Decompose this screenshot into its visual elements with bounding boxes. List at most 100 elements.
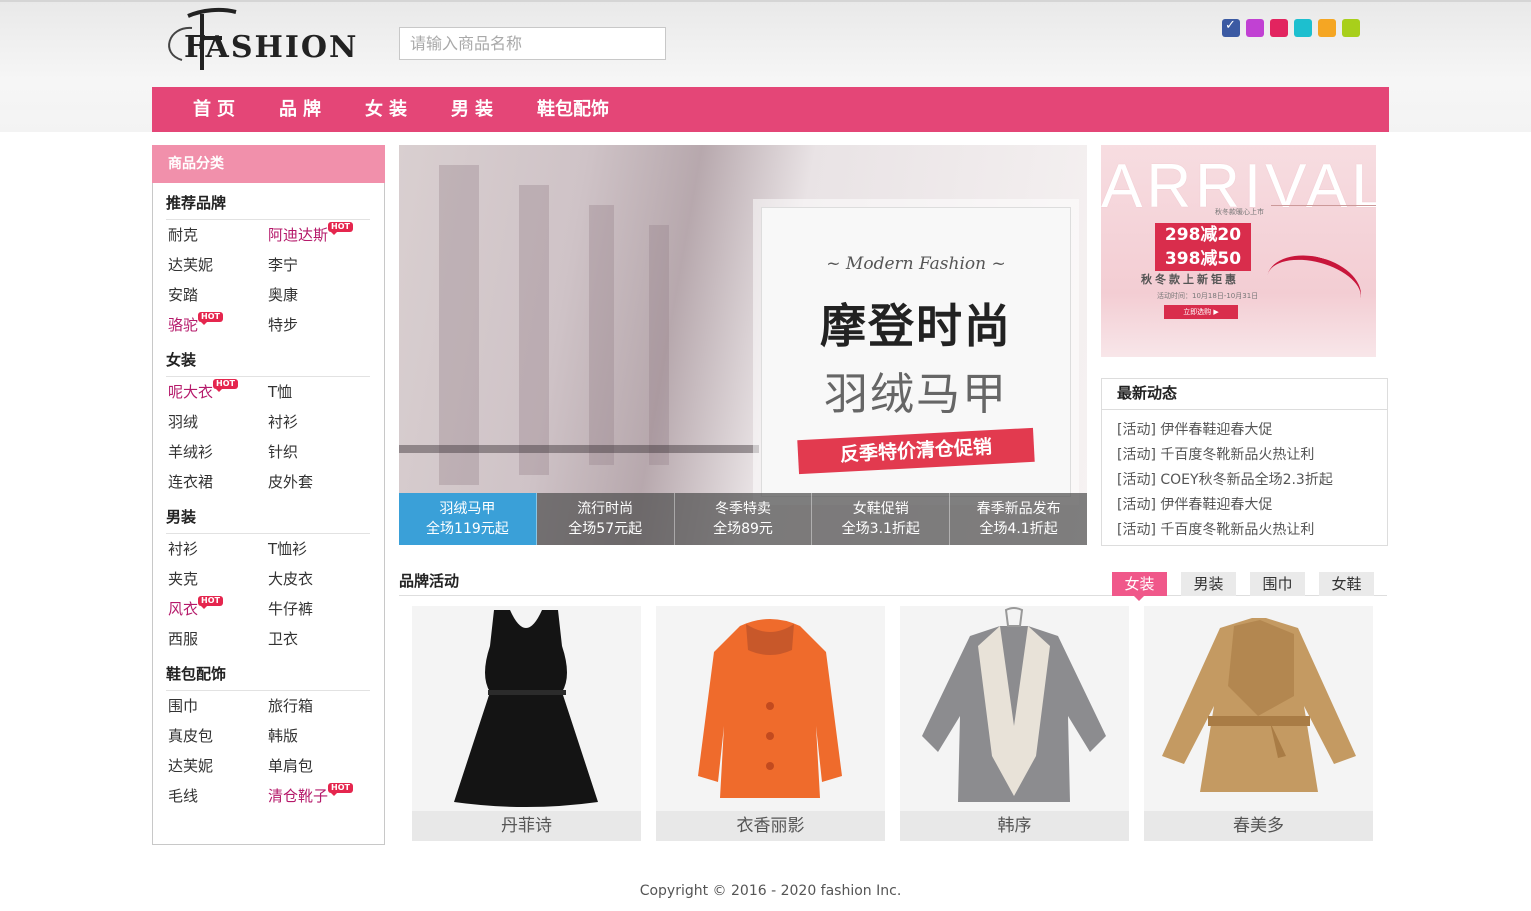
news-item[interactable]: [活动] 千百度冬靴新品火热让利 (1117, 443, 1387, 468)
category-link[interactable]: T恤衫 (268, 534, 368, 564)
brand-tab[interactable]: 女鞋 (1319, 572, 1374, 596)
category-link[interactable]: 骆驼 HOT (168, 310, 268, 340)
category-link[interactable]: 羽绒 (168, 407, 268, 437)
news-item[interactable]: [活动] 伊伴春鞋迎春大促 (1117, 418, 1387, 443)
nav-item[interactable]: 品牌 (260, 87, 346, 132)
category-link-label: 风衣 (168, 600, 199, 618)
category-link[interactable]: 衬衫 (168, 534, 268, 564)
category-link[interactable]: 针织 (268, 437, 368, 467)
category-link-label: 达芙妮 (168, 256, 214, 274)
category-link-label: T恤 (268, 383, 293, 401)
nav-item[interactable]: 女装 (346, 87, 432, 132)
category-link[interactable]: 卫衣 (268, 624, 368, 654)
category-link[interactable]: 特步 (268, 310, 368, 340)
ad-buy-button[interactable]: 立即选购 ▶ (1164, 305, 1238, 319)
category-link-label: 羊绒衫 (168, 443, 214, 461)
banner-tab[interactable]: 春季新品发布 全场4.1折起 (950, 493, 1087, 545)
product-card[interactable]: 衣香丽影 (656, 606, 885, 841)
category-link-label: 安踏 (168, 286, 199, 304)
category-link-label: 羽绒 (168, 413, 199, 431)
theme-color-swatch[interactable] (1342, 19, 1360, 37)
category-link[interactable]: 单肩包 (268, 751, 368, 781)
category-link-label: 阿迪达斯 (268, 226, 329, 244)
category-link[interactable]: 连衣裙 (168, 467, 268, 497)
category-link-label: 连衣裙 (168, 473, 214, 491)
banner-tab-title: 春季新品发布 (976, 501, 1061, 517)
theme-color-swatch[interactable] (1318, 19, 1336, 37)
category-link-label: T恤衫 (268, 540, 308, 558)
product-card[interactable]: 春美多 (1144, 606, 1373, 841)
category-link-label: 清仓靴子 (268, 787, 329, 805)
category-link-label: 李宁 (268, 256, 299, 274)
news-title: 最新动态 (1102, 379, 1387, 410)
category-group: 男装 衬衫 T恤衫 夹克 大皮衣 风衣 HOT 牛仔裤 西服 卫衣 (153, 497, 384, 654)
hot-badge: HOT (198, 312, 223, 325)
brand-tab[interactable]: 女装 (1112, 572, 1167, 601)
category-link[interactable]: 韩版 (268, 721, 368, 751)
theme-color-swatch[interactable] (1270, 19, 1288, 37)
category-link[interactable]: 衬衫 (268, 407, 368, 437)
category-link[interactable]: 耐克 (168, 220, 268, 250)
theme-swatches: ✓ (1222, 18, 1360, 37)
arrival-ad[interactable]: ARRIVAL 秋冬款暖心上市 298减20 398减50 秋冬款上新钜惠 活动… (1101, 145, 1376, 357)
category-link[interactable]: 达芙妮 (168, 250, 268, 280)
category-link[interactable]: 西服 (168, 624, 268, 654)
hero-banner[interactable]: ~ Modern Fashion ~ 摩登时尚 羽绒马甲 反季特价清仓促销 羽绒… (399, 145, 1087, 545)
category-items: 耐克 阿迪达斯 HOT 达芙妮 李宁 安踏 奥康 骆驼 HOT 特步 (166, 220, 370, 340)
banner-tab-title: 羽绒马甲 (439, 501, 496, 517)
nav-item[interactable]: 首页 (174, 87, 260, 132)
category-link[interactable]: 达芙妮 (168, 751, 268, 781)
theme-color-swatch[interactable] (1294, 19, 1312, 37)
category-link-label: 韩版 (268, 727, 299, 745)
category-link[interactable]: 真皮包 (168, 721, 268, 751)
category-link-label: 单肩包 (268, 757, 314, 775)
news-item[interactable]: [活动] 千百度冬靴新品火热让利 (1117, 518, 1387, 543)
category-link[interactable]: 毛线 (168, 781, 268, 811)
category-link[interactable]: 羊绒衫 (168, 437, 268, 467)
orange-coat-icon (656, 606, 885, 811)
product-card[interactable]: 丹菲诗 (412, 606, 641, 841)
category-link-label: 皮外套 (268, 473, 314, 491)
banner-tab[interactable]: 羽绒马甲 全场119元起 (399, 493, 537, 545)
category-link[interactable]: 牛仔裤 (268, 594, 368, 624)
brand-tabs: 女装 男装 围巾 女鞋 (1112, 572, 1374, 601)
footer-copyright: Copyright © 2016 - 2020 fashion Inc. (639, 883, 902, 899)
category-link[interactable]: 风衣 HOT (168, 594, 268, 624)
news-item[interactable]: [活动] 伊伴春鞋迎春大促 (1117, 493, 1387, 518)
category-link-label: 达芙妮 (168, 757, 214, 775)
category-link[interactable]: 夹克 (168, 564, 268, 594)
banner-subtitle: ~ Modern Fashion ~ (826, 254, 1006, 274)
banner-tabs: 羽绒马甲 全场119元起 流行时尚 全场57元起 冬季特卖 全场89元 女鞋促销 全场3.1折… (399, 493, 1087, 545)
banner-tab[interactable]: 女鞋促销 全场3.1折起 (812, 493, 951, 545)
nav-item[interactable]: 男装 (432, 87, 518, 132)
category-link[interactable]: T恤 (268, 377, 368, 407)
banner-tab[interactable]: 冬季特卖 全场89元 (674, 493, 813, 545)
category-group: 推荐品牌 耐克 阿迪达斯 HOT 达芙妮 李宁 安踏 奥康 骆驼 HOT 特步 (153, 183, 384, 340)
category-link-label: 骆驼 (168, 316, 199, 334)
category-link[interactable]: 安踏 (168, 280, 268, 310)
theme-color-swatch[interactable]: ✓ (1222, 18, 1240, 37)
category-link[interactable]: 呢大衣 HOT (168, 377, 268, 407)
category-link[interactable]: 皮外套 (268, 467, 368, 497)
category-link[interactable]: 清仓靴子 HOT (268, 781, 368, 811)
theme-color-swatch[interactable] (1246, 19, 1264, 37)
category-link[interactable]: 阿迪达斯 HOT (268, 220, 368, 250)
brand-section-header: 品牌活动 女装 男装 围巾 女鞋 (399, 570, 1387, 601)
banner-tab[interactable]: 流行时尚 全场57元起 (536, 493, 675, 545)
category-link[interactable]: 奥康 (268, 280, 368, 310)
logo[interactable]: FASHION (162, 4, 372, 76)
product-card[interactable]: 韩序 (900, 606, 1129, 841)
brand-tab[interactable]: 男装 (1181, 572, 1236, 596)
category-link[interactable]: 旅行箱 (268, 691, 368, 721)
brand-tab[interactable]: 围巾 (1250, 572, 1305, 596)
category-link[interactable]: 李宁 (268, 250, 368, 280)
search-input[interactable] (399, 27, 666, 60)
news-item[interactable]: [活动] COEY秋冬新品全场2.3折起 (1117, 468, 1387, 493)
nav-item[interactable]: 鞋包配饰 (518, 87, 628, 132)
category-title: 鞋包配饰 (166, 654, 370, 691)
category-link-label: 旅行箱 (268, 697, 314, 715)
black-dress-icon (412, 606, 641, 811)
category-link[interactable]: 围巾 (168, 691, 268, 721)
category-link[interactable]: 大皮衣 (268, 564, 368, 594)
category-title: 推荐品牌 (166, 183, 370, 220)
